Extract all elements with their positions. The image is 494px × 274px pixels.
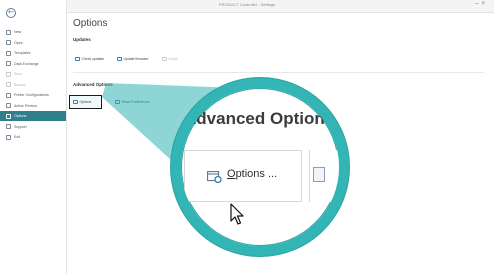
options-window-icon [207,171,222,183]
magnifier: Advanced Options Options ... [171,78,349,256]
magnifier-content: Advanced Options Options ... [181,88,339,246]
reset-icon [313,167,325,182]
magnified-options-label: Options ... [227,168,277,180]
label-rest: ptions ... [235,168,278,180]
access-key: O [227,168,236,180]
magnified-reset-button[interactable] [309,150,339,202]
magnified-heading: Advanced Options [184,109,335,128]
magnified-options-button[interactable]: Options ... [184,150,302,202]
mouse-pointer-icon [230,203,244,225]
app-window: PRODUCT Controller - Settings –× ← New O… [0,0,494,274]
